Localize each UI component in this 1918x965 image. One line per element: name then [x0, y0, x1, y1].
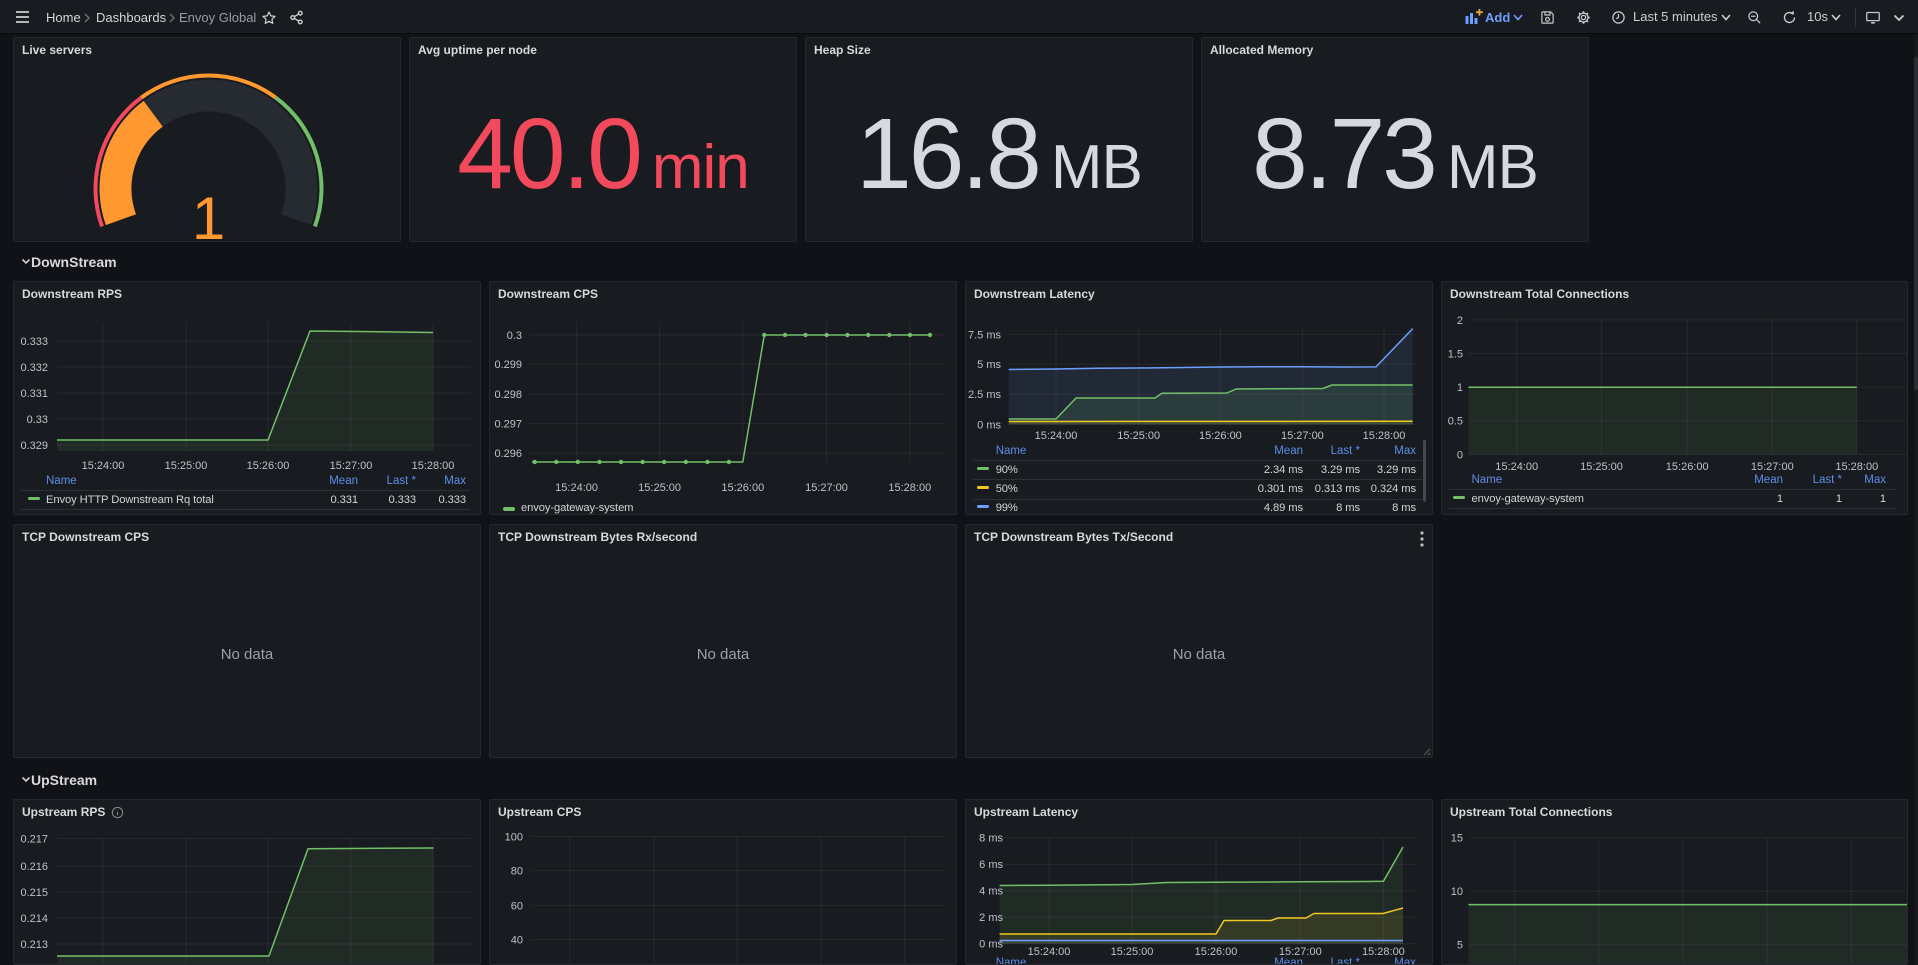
svg-text:80: 80 — [511, 866, 523, 878]
svg-text:10: 10 — [1451, 886, 1463, 898]
svg-text:15:25:00: 15:25:00 — [165, 460, 208, 472]
svg-text:1.5: 1.5 — [1448, 348, 1463, 360]
svg-text:7.5 ms: 7.5 ms — [968, 329, 1002, 341]
svg-text:0.216: 0.216 — [20, 861, 48, 873]
svg-text:100: 100 — [505, 831, 523, 843]
svg-text:5 ms: 5 ms — [977, 359, 1001, 371]
svg-text:15:24:00: 15:24:00 — [1035, 430, 1078, 442]
svg-text:15:24:00: 15:24:00 — [82, 460, 125, 472]
svg-text:0.296: 0.296 — [494, 448, 522, 460]
svg-text:15:28:00: 15:28:00 — [1835, 461, 1878, 473]
svg-text:2.5 ms: 2.5 ms — [968, 389, 1002, 401]
svg-text:15:24:00: 15:24:00 — [1495, 461, 1538, 473]
svg-text:0.332: 0.332 — [20, 362, 48, 374]
svg-text:0.298: 0.298 — [494, 389, 522, 401]
svg-text:0 ms: 0 ms — [977, 419, 1001, 431]
svg-text:15:28:00: 15:28:00 — [412, 460, 455, 472]
svg-text:1: 1 — [1457, 382, 1463, 394]
svg-text:15:24:00: 15:24:00 — [1028, 946, 1071, 958]
svg-text:15:26:00: 15:26:00 — [1195, 946, 1238, 958]
svg-text:15:25:00: 15:25:00 — [1580, 461, 1623, 473]
svg-text:5: 5 — [1457, 940, 1463, 952]
svg-text:15:27:00: 15:27:00 — [805, 482, 848, 494]
svg-text:15:26:00: 15:26:00 — [1199, 430, 1242, 442]
svg-text:15:27:00: 15:27:00 — [1281, 430, 1324, 442]
svg-text:0.331: 0.331 — [20, 388, 48, 400]
svg-text:0.297: 0.297 — [494, 419, 522, 431]
svg-text:0.329: 0.329 — [20, 440, 48, 452]
svg-text:15:25:00: 15:25:00 — [1111, 946, 1154, 958]
svg-text:15: 15 — [1451, 833, 1463, 845]
svg-text:0: 0 — [1457, 449, 1463, 461]
svg-text:0.215: 0.215 — [20, 887, 48, 899]
svg-text:60: 60 — [511, 900, 523, 912]
svg-text:15:26:00: 15:26:00 — [247, 460, 290, 472]
svg-text:6 ms: 6 ms — [979, 859, 1003, 871]
svg-text:15:25:00: 15:25:00 — [638, 482, 681, 494]
svg-text:15:27:00: 15:27:00 — [1751, 461, 1794, 473]
svg-text:0.333: 0.333 — [20, 336, 48, 348]
svg-text:8 ms: 8 ms — [979, 833, 1003, 845]
svg-text:15:28:00: 15:28:00 — [888, 482, 931, 494]
svg-text:0.299: 0.299 — [494, 359, 522, 371]
svg-text:0.3: 0.3 — [507, 330, 522, 342]
svg-text:15:24:00: 15:24:00 — [555, 482, 598, 494]
svg-text:15:27:00: 15:27:00 — [330, 460, 373, 472]
svg-text:0.217: 0.217 — [20, 833, 48, 845]
svg-text:0.33: 0.33 — [27, 414, 48, 426]
svg-text:15:26:00: 15:26:00 — [721, 482, 764, 494]
svg-text:1: 1 — [192, 185, 225, 242]
svg-text:15:26:00: 15:26:00 — [1666, 461, 1709, 473]
svg-text:0.213: 0.213 — [20, 939, 48, 951]
svg-text:2: 2 — [1457, 315, 1463, 327]
svg-text:40: 40 — [511, 935, 523, 947]
svg-text:0.214: 0.214 — [20, 913, 48, 925]
svg-text:0.5: 0.5 — [1448, 416, 1463, 428]
svg-text:15:28:00: 15:28:00 — [1363, 430, 1406, 442]
svg-text:15:25:00: 15:25:00 — [1117, 430, 1160, 442]
